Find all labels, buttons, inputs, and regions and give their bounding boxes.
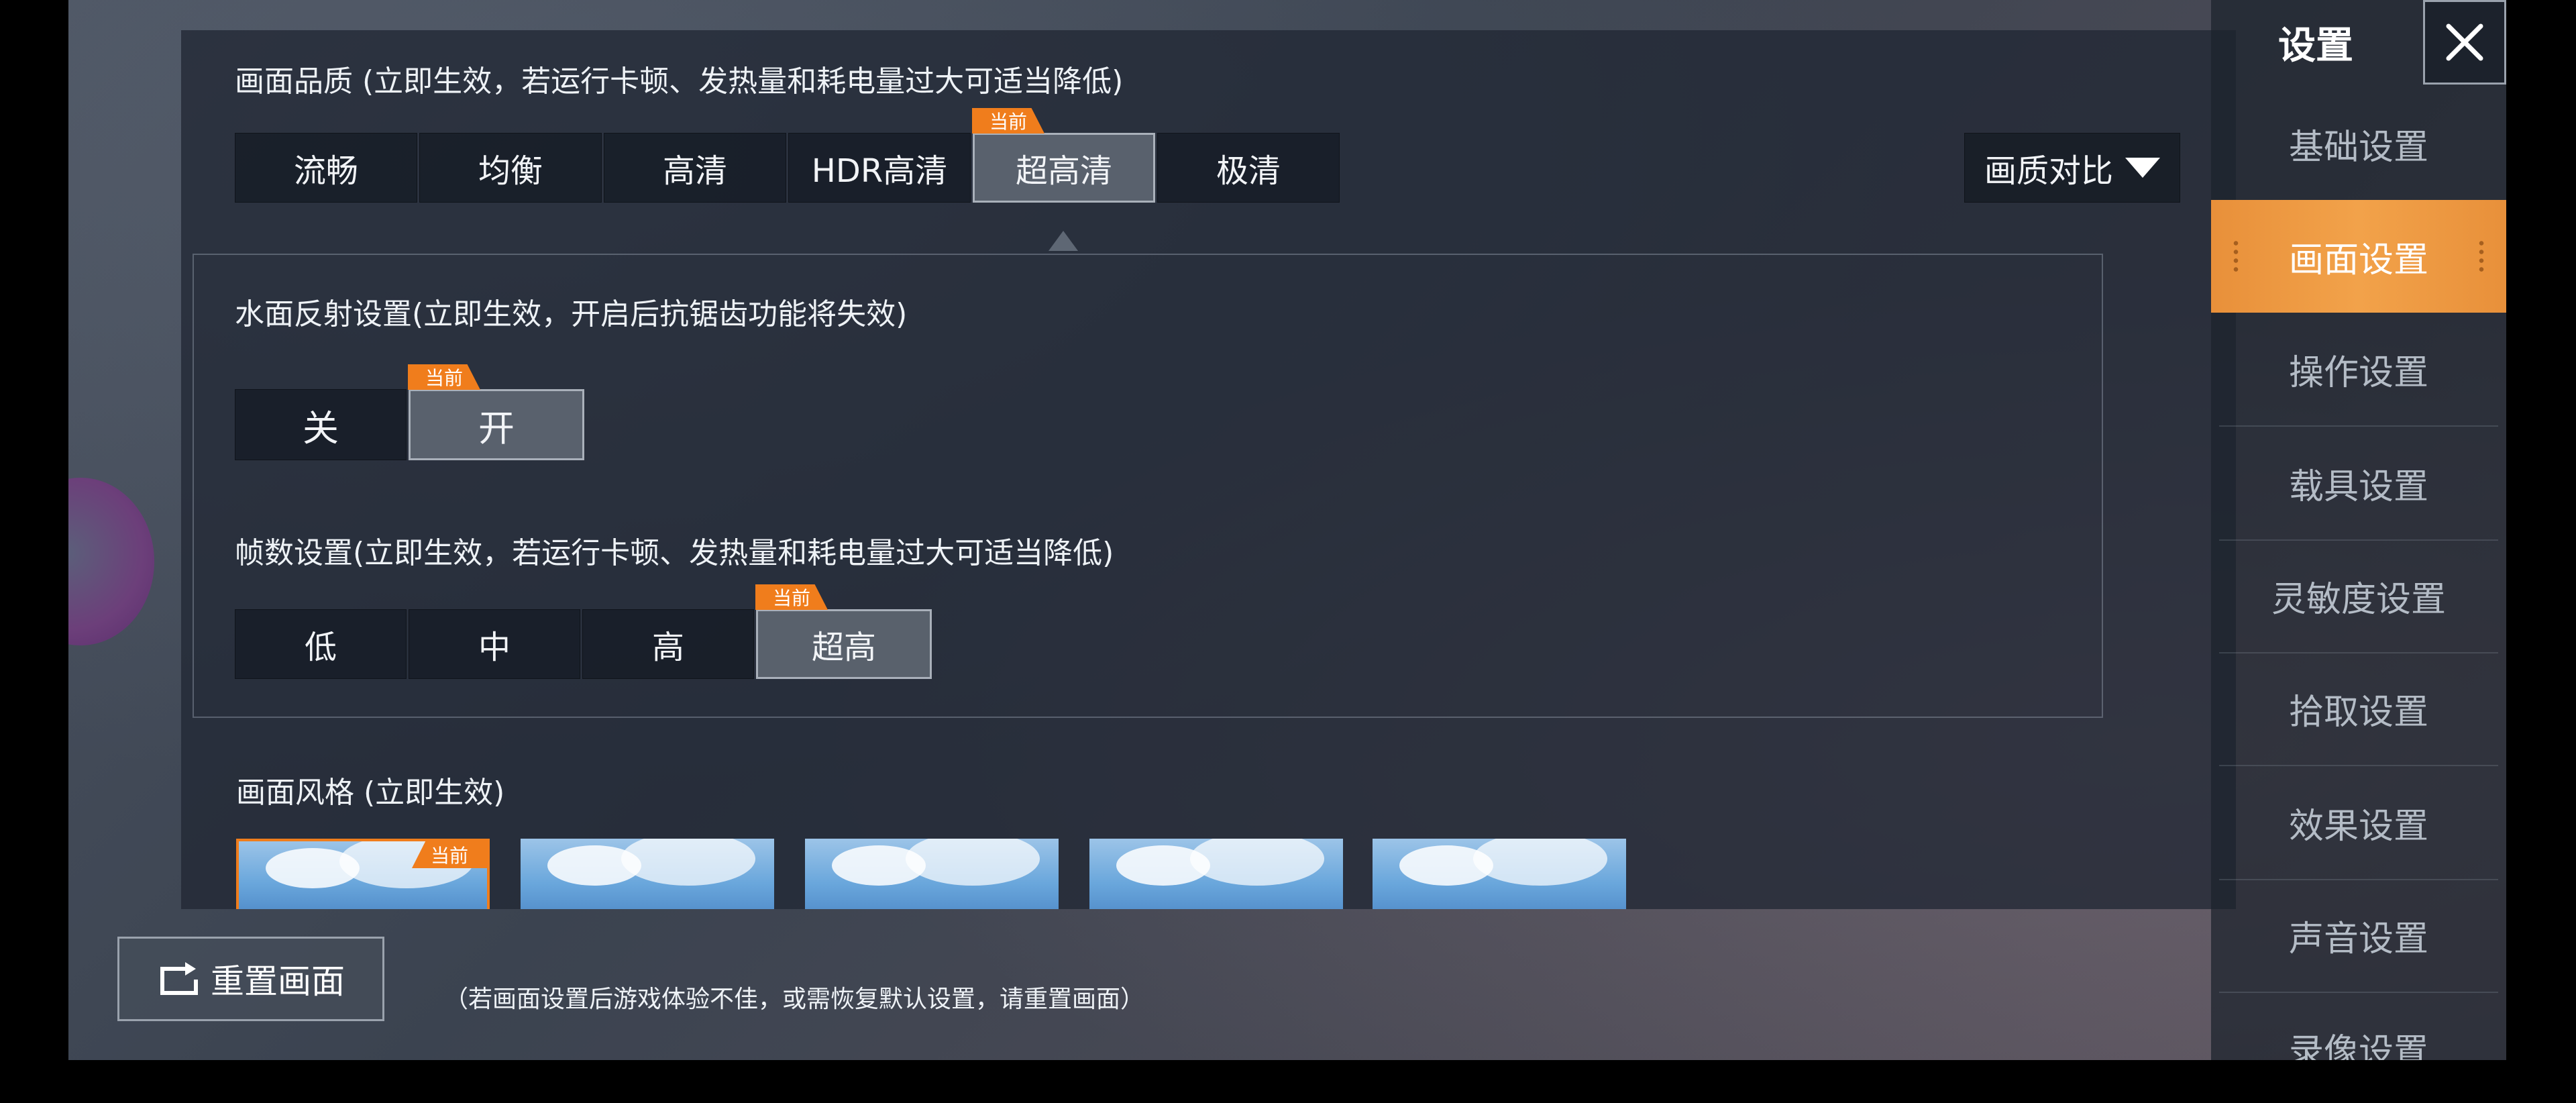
style-thumb-3[interactable]: [805, 839, 1059, 909]
style-thumb-4[interactable]: [1089, 839, 1343, 909]
current-tag: 当前: [408, 364, 480, 390]
style-thumb-2[interactable]: [521, 839, 774, 909]
current-tag: 当前: [755, 584, 828, 610]
grip-icon: [2477, 239, 2486, 274]
fps-title: 帧数设置(立即生效，若运行卡顿、发热量和耗电量过大可适当降低): [235, 536, 1114, 570]
style-title: 画面风格 (立即生效): [236, 776, 505, 810]
settings-screen: 画面品质 (立即生效，若运行卡顿、发热量和耗电量过大可适当降低) 流畅 均衡 高…: [68, 0, 2506, 1060]
quality-title: 画面品质 (立即生效，若运行卡顿、发热量和耗电量过大可适当降低): [235, 64, 1124, 99]
quality-option-hdr-hd[interactable]: HDR高清: [788, 133, 971, 203]
gamepad-float-icon[interactable]: [68, 478, 154, 645]
sidebar-title: 设置: [2278, 23, 2353, 68]
reset-icon: [157, 961, 201, 997]
water-title: 水面反射设置(立即生效，开启后抗锯齿功能将失效): [235, 297, 908, 331]
sidebar-item-sensitivity[interactable]: 灵敏度设置: [2219, 539, 2498, 653]
quality-option-hd[interactable]: 高清: [604, 133, 786, 203]
grip-icon: [2231, 239, 2241, 274]
reset-graphics-button[interactable]: 重置画面: [117, 937, 384, 1021]
sidebar-item-sound[interactable]: 声音设置: [2219, 879, 2498, 993]
quality-option-balanced[interactable]: 均衡: [419, 133, 602, 203]
close-button[interactable]: [2423, 0, 2506, 85]
settings-sidebar: 设置 基础设置 画面设置 操作设置 载具设置 灵敏度设置 拾取设置 效果设置 声…: [2211, 0, 2506, 1060]
sidebar-item-basic[interactable]: 基础设置: [2219, 87, 2498, 201]
triangle-down-icon: [2125, 158, 2160, 178]
fps-option-low[interactable]: 低: [235, 609, 407, 679]
fps-options: 低 中 高 当前 超高: [235, 584, 934, 679]
quality-option-smooth[interactable]: 流畅: [235, 133, 417, 203]
close-icon: [2446, 23, 2483, 61]
sidebar-item-pickup[interactable]: 拾取设置: [2219, 652, 2498, 766]
water-option-off[interactable]: 关: [235, 389, 407, 460]
water-option-on[interactable]: 当前 开: [408, 364, 584, 460]
quality-subsettings-box: 水面反射设置(立即生效，开启后抗锯齿功能将失效) 关 当前 开 帧数设置(立即生…: [193, 254, 2103, 718]
quality-options: 流畅 均衡 高清 HDR高清 当前 超高清 极清: [235, 108, 1342, 203]
sidebar-item-effects[interactable]: 效果设置: [2219, 766, 2498, 880]
fps-option-medium[interactable]: 中: [409, 609, 580, 679]
sidebar-item-graphics[interactable]: 画面设置: [2211, 200, 2506, 313]
submenu-caret: [1049, 231, 1078, 251]
quality-compare-dropdown[interactable]: 画质对比: [1964, 133, 2180, 203]
fps-option-ultra[interactable]: 当前 超高: [755, 584, 932, 679]
quality-option-extreme[interactable]: 极清: [1157, 133, 1340, 203]
style-thumb-5[interactable]: [1373, 839, 1626, 909]
sidebar-item-replay[interactable]: 录像设置: [2219, 992, 2498, 1061]
graphics-settings-panel[interactable]: 画面品质 (立即生效，若运行卡顿、发热量和耗电量过大可适当降低) 流畅 均衡 高…: [181, 30, 2236, 909]
reset-note: （若画面设置后游戏体验不佳，或需恢复默认设置，请重置画面）: [444, 986, 1145, 1013]
fps-option-high[interactable]: 高: [582, 609, 754, 679]
quality-option-ultra-hd[interactable]: 当前 超高清: [972, 108, 1155, 203]
water-options: 关 当前 开: [235, 364, 586, 460]
current-tag: 当前: [972, 108, 1044, 134]
sidebar-item-vehicle[interactable]: 载具设置: [2219, 427, 2498, 541]
style-thumb-1[interactable]: 当前: [236, 839, 490, 909]
sidebar-item-controls[interactable]: 操作设置: [2219, 313, 2498, 427]
